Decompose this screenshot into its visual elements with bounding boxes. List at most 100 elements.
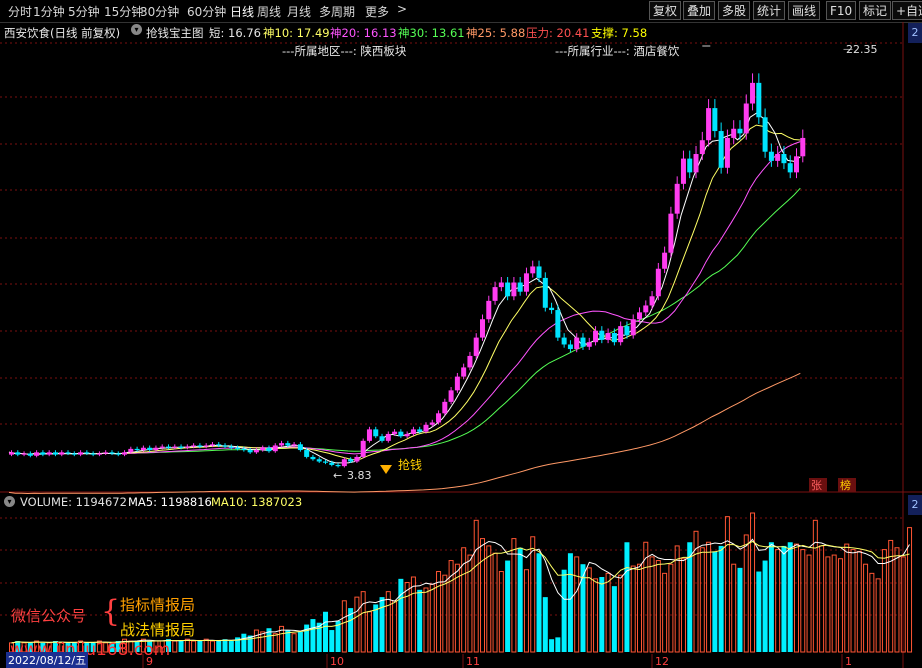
volume-bar-29 [191,640,197,653]
high-price-label: 22.35 [846,43,878,56]
candle-56 [360,440,366,457]
candle-7 [52,452,58,455]
low-price-label: 3.83 [347,469,372,482]
candle-48 [310,456,316,460]
volume-bar-82 [523,569,529,653]
candle-124 [787,163,793,173]
volume-bar-78 [498,571,504,653]
volume-bar-74 [473,519,479,653]
candle-31 [203,445,209,447]
volume-bar-30 [197,641,203,652]
candle-40 [260,447,266,451]
candle-58 [373,429,379,437]
volume-bar-66 [423,587,429,653]
volume-bar-125 [794,543,799,653]
right-tab-top[interactable]: 2 [908,23,922,43]
volume-bar-132 [837,558,843,653]
candle-51 [329,462,335,465]
volume-bar-103 [655,560,661,653]
candle-46 [297,444,303,451]
candle-32 [209,444,215,446]
candle-79 [505,282,511,297]
watermark-line1: 指标情报局 [120,596,196,614]
volume-bar-56 [360,591,366,653]
volume-bar-134 [850,549,856,653]
volume-bar-64 [410,576,416,653]
candle-63 [404,433,410,437]
candle-126 [800,137,806,157]
volume-bar-80 [511,538,517,653]
candle-102 [649,296,655,306]
volume-bar-31 [203,638,209,653]
candle-73 [467,355,473,368]
watermark-line2: 战法情报局 [120,621,196,639]
candle-119 [756,82,762,118]
candle-83 [530,266,536,274]
candle-125 [794,156,799,173]
candle-106 [674,183,680,214]
candle-116 [737,128,743,134]
volume-bar-32 [209,640,215,653]
volume-bar-104 [662,572,668,653]
volume-bar-112 [712,551,718,652]
candle-53 [341,459,347,467]
volume-bar-27 [178,641,184,652]
volume-bar-50 [323,611,328,652]
candle-103 [655,268,661,297]
volume-bar-122 [775,549,781,653]
volume-toggle-icon[interactable]: ▾ [4,496,15,507]
candle-29 [191,445,197,447]
volume-bar-115 [731,563,737,653]
candle-18 [122,452,128,455]
volume-bar-127 [806,554,812,653]
candle-19 [128,448,134,453]
volume-bar-37 [241,633,247,652]
candle-45 [291,444,297,446]
volume-bar-113 [718,545,724,652]
candle-12 [84,452,90,454]
candle-11 [78,452,84,455]
candle-57 [366,429,372,441]
volume-bar-109 [693,530,699,653]
volume-bar-92 [586,567,592,653]
volume-bar-67 [429,583,435,653]
candle-1 [15,452,21,455]
volume-bar-130 [825,556,831,653]
volume-bar-65 [417,589,423,652]
candle-20 [134,448,140,451]
candle-44 [285,443,291,446]
volume-bar-62 [398,578,404,652]
candle-61 [392,431,398,434]
volume-ma5: MA5: 1198816 [128,495,212,509]
volume-bar-55 [354,596,360,653]
volume-bar-34 [222,639,228,652]
volume-bar-81 [517,547,523,652]
candle-59 [379,436,385,441]
volume-bar-107 [680,558,686,653]
volume-bar-106 [674,545,680,653]
watermark-left: 微信公众号 [11,607,87,625]
candle-3 [27,453,33,456]
candle-76 [486,300,492,320]
signal-diamond-icon [380,465,392,474]
volume-bar-59 [379,597,385,652]
volume-bar-58 [373,604,379,652]
candle-70 [448,390,454,402]
volume-bar-77 [492,552,498,653]
kline-chart[interactable]: —22.35← 3.83抢钱张 榜9 10 11 12 1 [0,0,922,668]
candle-15 [103,452,109,454]
candle-118 [750,82,756,104]
candle-38 [247,450,253,453]
candle-10 [71,453,77,455]
candle-74 [473,337,479,356]
candle-105 [668,213,674,253]
candle-37 [241,448,247,451]
volume-bar-26 [172,640,178,653]
volume-bar-68 [436,571,442,653]
candle-16 [109,452,115,454]
candle-101 [643,305,649,313]
volume-bar-99 [630,565,636,653]
candle-121 [768,151,774,161]
volume-bar-51 [329,630,335,652]
right-tab-bottom[interactable]: 2 [908,495,922,515]
